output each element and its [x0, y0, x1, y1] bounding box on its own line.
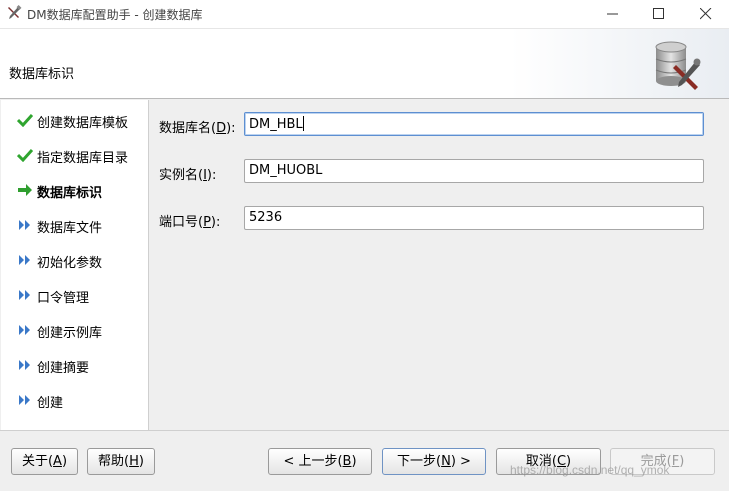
- double-chevron-icon: [19, 290, 30, 300]
- db-name-row: 数据库名(D): DM_HBL: [149, 112, 729, 138]
- double-chevron-icon: [19, 220, 30, 230]
- double-chevron-icon: [19, 360, 30, 370]
- double-chevron-icon: [19, 395, 30, 405]
- step-init-params: 初始化参数: [1, 250, 148, 271]
- footer-divider: [0, 430, 729, 431]
- step-label: 初始化参数: [37, 256, 103, 271]
- app-tools-icon: [8, 5, 22, 19]
- step-label: 口令管理: [37, 291, 90, 306]
- step-label: 创建摘要: [37, 361, 90, 376]
- close-button[interactable]: [683, 0, 729, 28]
- double-chevron-icon: [19, 325, 30, 335]
- step-navigation: 创建数据库模板 指定数据库目录 数据库标识 数据库文件 初始化参数 口令管理 创…: [1, 100, 149, 430]
- next-button[interactable]: 下一步(N) >: [382, 448, 486, 475]
- close-icon: [700, 8, 712, 20]
- instance-name-row: 实例名(I): DM_HUOBL: [149, 159, 729, 185]
- step-label: 创建: [37, 396, 64, 411]
- about-button[interactable]: 关于(A): [11, 448, 78, 475]
- help-button[interactable]: 帮助(H): [87, 448, 155, 475]
- watermark: https://blog.csdn.net/qq_ymok: [510, 463, 670, 477]
- step-database-files: 数据库文件: [1, 215, 148, 236]
- arrow-right-icon: [18, 184, 32, 196]
- instance-name-label: 实例名(I):: [159, 168, 217, 183]
- step-summary: 创建摘要: [1, 355, 148, 376]
- check-icon: [17, 148, 33, 162]
- back-button[interactable]: < 上一步(B): [268, 448, 372, 475]
- identity-form: 数据库名(D): DM_HBL 实例名(I): DM_HUOBL 端口号(P):…: [149, 100, 729, 430]
- step-label: 创建数据库模板: [37, 116, 129, 131]
- page-title: 数据库标识: [9, 67, 75, 82]
- step-label: 数据库文件: [37, 221, 103, 236]
- database-tools-icon: [655, 41, 701, 90]
- port-row: 端口号(P): 5236: [149, 206, 729, 232]
- window-title: DM数据库配置助手 - 创建数据库: [27, 8, 203, 22]
- maximize-icon: [653, 8, 664, 19]
- step-sample-database: 创建示例库: [1, 320, 148, 341]
- db-name-label: 数据库名(D):: [159, 121, 236, 136]
- wizard-header: 数据库标识: [0, 29, 729, 99]
- check-icon: [17, 113, 33, 127]
- step-create: 创建: [1, 390, 148, 411]
- db-name-input[interactable]: DM_HBL: [244, 112, 704, 136]
- step-create-template: 创建数据库模板: [1, 110, 148, 131]
- minimize-icon: [607, 13, 618, 15]
- step-label: 指定数据库目录: [37, 151, 129, 166]
- step-password-management: 口令管理: [1, 285, 148, 306]
- double-chevron-icon: [19, 255, 30, 265]
- step-database-identity: 数据库标识: [1, 180, 148, 201]
- port-label: 端口号(P):: [159, 215, 221, 230]
- port-input[interactable]: 5236: [244, 206, 704, 230]
- maximize-button[interactable]: [636, 0, 682, 28]
- minimize-button[interactable]: [590, 0, 636, 28]
- instance-name-input[interactable]: DM_HUOBL: [244, 159, 704, 183]
- text-caret: [302, 116, 304, 131]
- step-label: 创建示例库: [37, 326, 103, 341]
- step-specify-directory: 指定数据库目录: [1, 145, 148, 166]
- title-bar: DM数据库配置助手 - 创建数据库: [0, 0, 729, 29]
- step-label: 数据库标识: [37, 186, 103, 201]
